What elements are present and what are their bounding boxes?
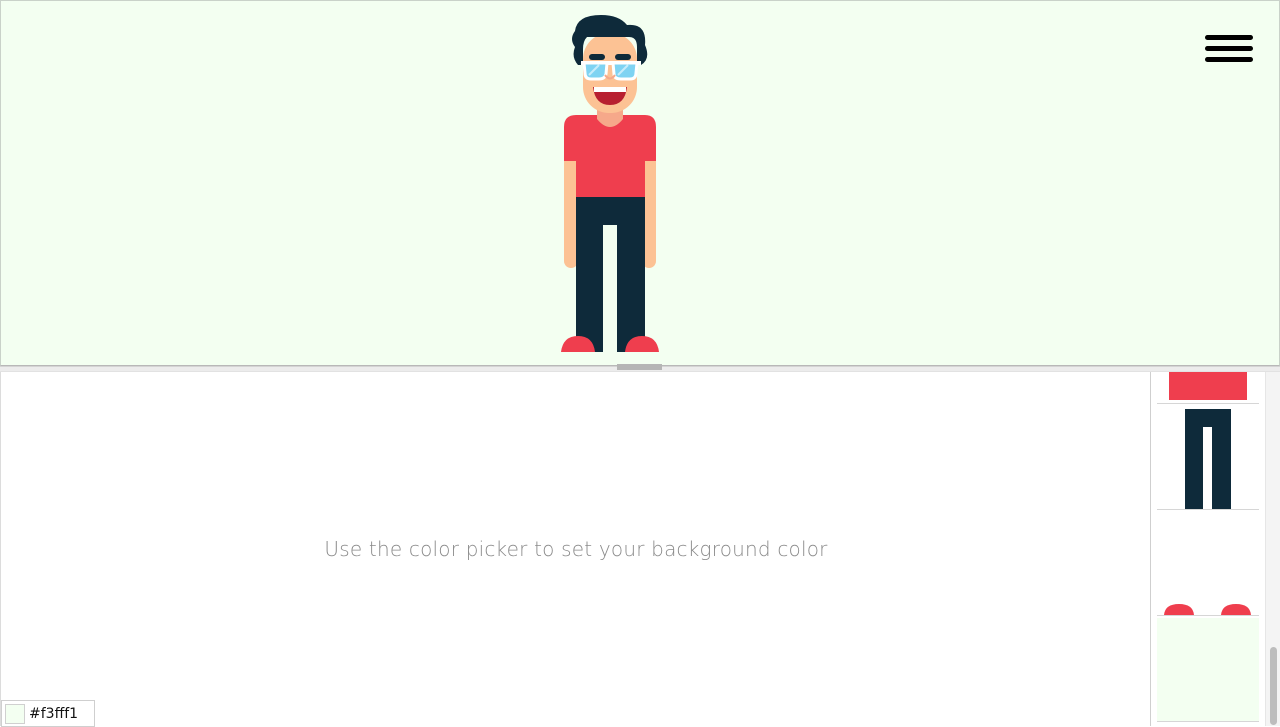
pants-gap	[603, 225, 617, 352]
resize-handle[interactable]	[617, 364, 662, 370]
character-canvas	[1, 1, 1279, 365]
part-thumb-shoes[interactable]	[1157, 510, 1259, 616]
character-stage	[0, 0, 1280, 366]
color-picker-value[interactable]: #f3fff1	[29, 706, 78, 722]
parts-panel	[1150, 372, 1266, 726]
part-thumb-pants[interactable]	[1157, 404, 1259, 510]
menu-bar	[1205, 57, 1253, 62]
hamburger-menu-icon[interactable]	[1205, 35, 1253, 67]
background-hint-text: Use the color picker to set your backgro…	[324, 537, 828, 561]
menu-bar	[1205, 46, 1253, 51]
shirt	[564, 115, 656, 197]
menu-bar	[1205, 35, 1253, 40]
shirt-thumbnail	[1169, 372, 1247, 400]
part-thumb-background[interactable]	[1157, 618, 1259, 722]
right-eyebrow	[615, 54, 631, 60]
color-picker-swatch[interactable]	[5, 703, 25, 724]
pants-thumbnail	[1185, 409, 1231, 509]
color-picker[interactable]: #f3fff1	[1, 700, 95, 727]
shoes-thumbnail	[1164, 604, 1251, 615]
parts-scrollbar[interactable]	[1265, 372, 1280, 726]
editor-area: Use the color picker to set your backgro…	[0, 372, 1151, 726]
part-thumb-shirt[interactable]	[1157, 372, 1259, 404]
scrollbar-thumb[interactable]	[1270, 647, 1277, 725]
left-eyebrow	[589, 54, 605, 60]
teeth	[594, 87, 626, 92]
